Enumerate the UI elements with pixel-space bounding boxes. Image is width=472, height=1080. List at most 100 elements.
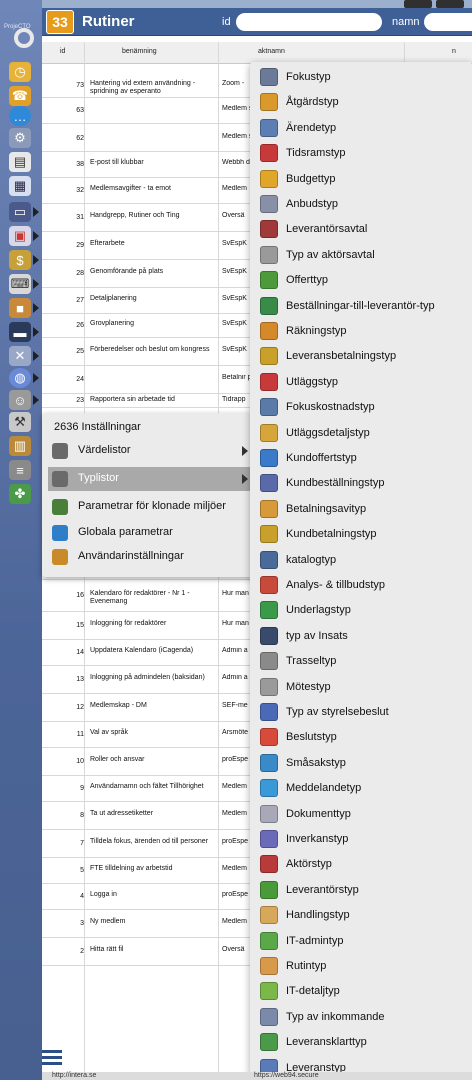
- type-list-menu-item[interactable]: Handlingstyp: [250, 902, 472, 927]
- handling-type-icon: [260, 906, 278, 925]
- app-logo[interactable]: ProjeCTO: [4, 12, 40, 52]
- type-list-menu-item[interactable]: Anbudstyp: [250, 191, 472, 216]
- cell-name: Inloggning för redaktörer: [90, 620, 167, 627]
- type-list-menu-item[interactable]: Typ av styrelsebeslut: [250, 699, 472, 724]
- type-list-menu-item[interactable]: Kundoffertstyp: [250, 445, 472, 470]
- meeting-type-icon: [260, 677, 278, 696]
- cell-id: 13: [76, 676, 84, 683]
- tools-icon[interactable]: ✕: [9, 346, 31, 366]
- type-list-menu-item[interactable]: Beställningar-till-leverantör-typ: [250, 293, 472, 318]
- type-list-menu-item[interactable]: Räkningstyp: [250, 318, 472, 343]
- type-list-menu-item[interactable]: Leverantörstyp: [250, 877, 472, 902]
- archive-icon[interactable]: ▥: [9, 436, 31, 456]
- column-header-id[interactable]: id: [60, 48, 65, 55]
- type-list-menu-item[interactable]: Inverkanstyp: [250, 826, 472, 851]
- person-icon[interactable]: ☺: [9, 390, 31, 410]
- type-list-menu-item-label: Anbudstyp: [286, 198, 338, 210]
- status-url-left: http://intera.se: [52, 1072, 97, 1079]
- cell-id: 29: [76, 242, 84, 249]
- database-icon[interactable]: ≡: [9, 460, 31, 480]
- chevron-right-icon: [33, 255, 39, 265]
- expense-detail-type-icon: [260, 423, 278, 442]
- settings-menu-item[interactable]: Användarinställningar: [48, 545, 254, 569]
- wrench-icon[interactable]: ⚒: [9, 412, 31, 432]
- type-list-menu-item[interactable]: Fokuskostnadstyp: [250, 394, 472, 419]
- contacts-icon[interactable]: ☎: [9, 86, 31, 106]
- globe-icon[interactable]: ◍: [9, 368, 31, 388]
- type-list-menu-item-label: Betalningsavityp: [286, 502, 367, 515]
- type-list-menu-item-label: Meddelandetyp: [286, 782, 362, 795]
- cell-id: 7: [80, 840, 84, 847]
- type-list-menu-item[interactable]: Fokustyp: [250, 64, 472, 89]
- type-list-menu-item[interactable]: Analys- & tillbudstyp: [250, 572, 472, 597]
- settings-menu-item[interactable]: Värdelistor: [48, 439, 254, 463]
- cell-name: Grovplanering: [90, 320, 134, 327]
- box-icon[interactable]: ■: [9, 298, 31, 318]
- type-list-menu-item[interactable]: Offerttyp: [250, 267, 472, 292]
- name-filter-input[interactable]: [424, 13, 472, 31]
- cell-name: Rapportera sin arbetade tid: [90, 396, 175, 403]
- cell-id: 9: [80, 785, 84, 792]
- type-list-menu-item[interactable]: Typ av aktörsavtal: [250, 242, 472, 267]
- board-icon[interactable]: ▦: [9, 176, 31, 196]
- document-icon[interactable]: ▤: [9, 152, 31, 172]
- type-list-menu-item[interactable]: Åtgärdstyp: [250, 89, 472, 114]
- type-list-menu-item[interactable]: Kundbeställningstyp: [250, 470, 472, 495]
- settings-menu-item-label: Globala parametrar: [78, 526, 173, 538]
- gear-icon[interactable]: ⚙: [9, 128, 31, 148]
- id-filter-input[interactable]: [236, 13, 382, 31]
- type-list-menu-item[interactable]: Utläggsdetaljstyp: [250, 420, 472, 445]
- hamburger-menu-icon[interactable]: [42, 1050, 62, 1068]
- type-list-menu-item[interactable]: IT-detaljtyp: [250, 978, 472, 1003]
- module-badge: 33: [46, 10, 74, 34]
- type-list-menu-item[interactable]: Dokumenttyp: [250, 801, 472, 826]
- type-list-menu-item[interactable]: Rutintyp: [250, 953, 472, 978]
- type-list-menu-item[interactable]: Leveransbetalningstyp: [250, 343, 472, 368]
- type-list-menu-item[interactable]: Typ av inkommande: [250, 1004, 472, 1029]
- column-header-name[interactable]: benämning: [122, 48, 157, 55]
- cell-name: Val av språk: [90, 729, 128, 736]
- globe-icon: [52, 525, 68, 541]
- table-header: id benämning aktnamn n: [42, 42, 472, 64]
- computer-icon[interactable]: ▭: [9, 202, 31, 222]
- toolbar-button[interactable]: [404, 0, 432, 8]
- type-list-menu-item[interactable]: Underlagstyp: [250, 597, 472, 622]
- money-bag-icon[interactable]: $: [9, 250, 31, 270]
- keyboard-icon[interactable]: ⌨: [9, 274, 31, 294]
- settings-menu-item[interactable]: Globala parametrar: [48, 521, 254, 545]
- type-list-menu-item[interactable]: katalogtyp: [250, 547, 472, 572]
- type-list-menu-item[interactable]: Leveransklarttyp: [250, 1029, 472, 1054]
- column-header-aktnamn[interactable]: aktnamn: [258, 48, 285, 55]
- type-list-menu-item[interactable]: Tidsramstyp: [250, 140, 472, 165]
- chevron-right-icon: [33, 395, 39, 405]
- bill-type-icon: [260, 322, 278, 340]
- type-list-menu-item[interactable]: typ av Insats: [250, 623, 472, 648]
- calendar-icon[interactable]: ▣: [9, 226, 31, 246]
- type-list-menu-item[interactable]: Betalningsavityp: [250, 496, 472, 521]
- type-list-menu-item[interactable]: Leverantörsavtal: [250, 216, 472, 241]
- type-list-menu-item[interactable]: Ärendetyp: [250, 115, 472, 140]
- puzzle-icon[interactable]: ✤: [9, 484, 31, 504]
- type-list-menu-item[interactable]: IT-admintyp: [250, 928, 472, 953]
- type-list-menu-item[interactable]: Meddelandetyp: [250, 775, 472, 800]
- settings-menu-item[interactable]: Typlistor: [48, 467, 254, 491]
- type-list-menu-item[interactable]: Kundbetalningstyp: [250, 521, 472, 546]
- cell-id: 24: [76, 376, 84, 383]
- type-list-menu-item[interactable]: Trasseltyp: [250, 648, 472, 673]
- chat-icon[interactable]: …: [9, 106, 31, 126]
- clock-icon[interactable]: ◷: [9, 62, 31, 82]
- type-list-menu-item-label: Mötestyp: [286, 680, 331, 693]
- focus-type-icon: [260, 68, 278, 86]
- column-header-n[interactable]: n: [452, 48, 456, 55]
- type-list-menu-item[interactable]: Mötestyp: [250, 674, 472, 699]
- type-list-menu-item[interactable]: Beslutstyp: [250, 724, 472, 749]
- settings-menu-item[interactable]: Parametrar för klonade miljöer: [48, 495, 254, 519]
- type-list-menu-item[interactable]: Budgettyp: [250, 166, 472, 191]
- monitors-icon[interactable]: ▬: [9, 322, 31, 342]
- toolbar-button[interactable]: [436, 0, 464, 8]
- type-list-menu-item[interactable]: Utläggstyp: [250, 369, 472, 394]
- cell-id: 8: [80, 812, 84, 819]
- type-list-menu-item-label: Fokuskostnadstyp: [286, 401, 375, 414]
- type-list-menu-item[interactable]: Småsakstyp: [250, 750, 472, 775]
- type-list-menu-item[interactable]: Aktörstyp: [250, 851, 472, 876]
